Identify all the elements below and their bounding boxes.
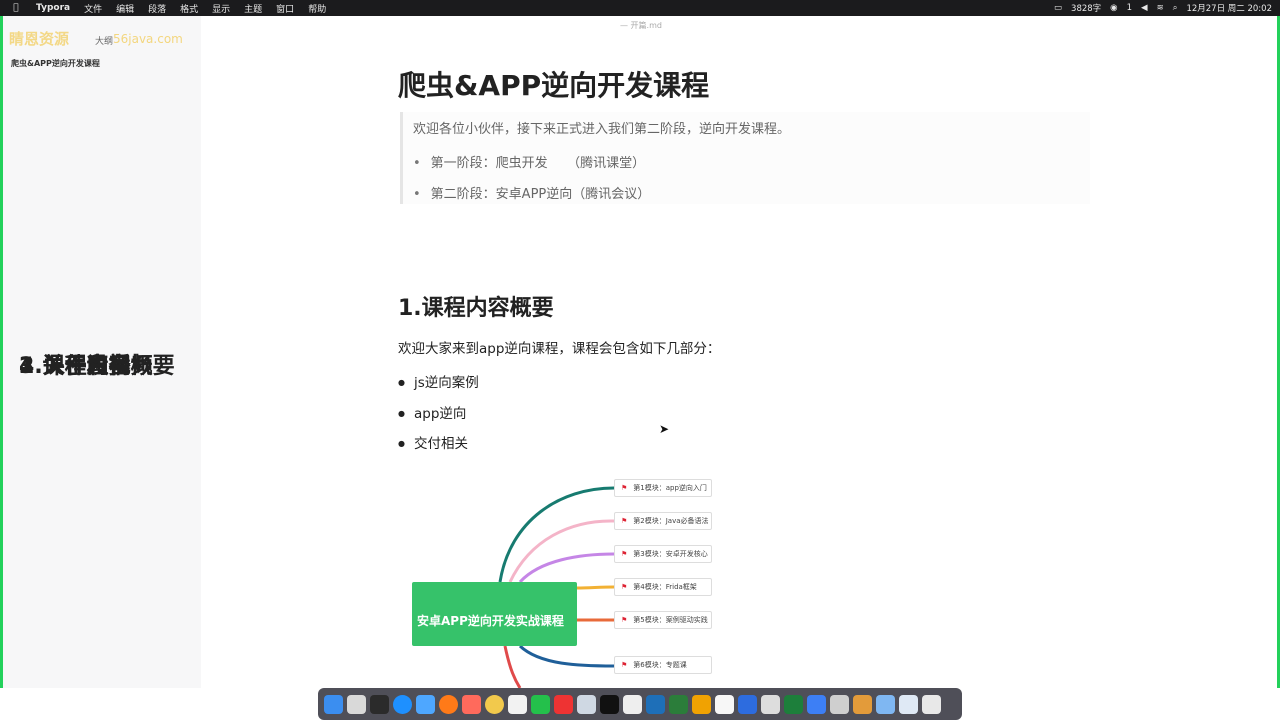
git-icon[interactable] (462, 694, 481, 714)
list-item: 交付相关 (398, 432, 468, 452)
java-tool-icon[interactable] (692, 694, 711, 714)
launchpad-icon[interactable] (347, 694, 366, 714)
wechat-dock-icon[interactable] (531, 694, 550, 714)
outline-toc: 爬虫&APP逆向开发课程 1.课程内容概要 2.关于直播 3.课件和视频 4.关… (11, 58, 175, 379)
outline-sidebar: 睛恩资源 大纲 56java.com 爬虫&APP逆向开发课程 1.课程内容概要… (3, 16, 201, 688)
pycharm-icon[interactable] (669, 694, 688, 714)
toc-item-devices[interactable]: 4.关于设备 (19, 348, 131, 380)
menu-format[interactable]: 格式 (180, 2, 198, 15)
list-item: js逆向案例 (398, 371, 479, 391)
mindmap-node: ⚑ 第4模块：Frida框架 (614, 578, 712, 596)
quote-list-item: 第二阶段：安卓APP逆向（腾讯会议） (413, 183, 651, 202)
blockquote: 欢迎各位小伙伴，接下来正式进入我们第二阶段，逆向开发课程。 第一阶段：爬虫开发 … (400, 112, 1090, 204)
quote-text: 欢迎各位小伙伴，接下来正式进入我们第二阶段，逆向开发课程。 (413, 122, 791, 137)
terminal-icon[interactable] (600, 694, 619, 714)
mindmap-node-label: 第2模块：Java必备语法 (633, 517, 709, 525)
volume-icon[interactable]: ◀ (1141, 3, 1148, 13)
meeting-icon[interactable] (807, 694, 826, 714)
apple-menu-icon[interactable]:  (6, 3, 26, 13)
menu-edit[interactable]: 编辑 (116, 2, 134, 15)
netease-music-icon[interactable] (554, 694, 573, 714)
typora-icon[interactable] (715, 694, 734, 714)
mindmap-node: ⚑ 第6模块：专题课 (614, 656, 712, 674)
appstore-icon[interactable] (416, 694, 435, 714)
menu-window[interactable]: 窗口 (276, 2, 294, 15)
sidebar-outline-label[interactable]: 大纲 (95, 34, 113, 47)
mindmap-root-label: 安卓APP逆向开发实战课程 (417, 614, 564, 628)
mindmap-root: 安卓APP逆向开发实战课程 (412, 582, 577, 646)
finder-icon[interactable] (324, 694, 343, 714)
mission-control-icon[interactable] (370, 694, 389, 714)
search-icon[interactable]: ⌕ (1173, 3, 1178, 13)
trash-icon[interactable] (922, 694, 941, 714)
list-item: app逆向 (398, 402, 466, 422)
mindmap-node-label: 第5模块：案例驱动实践 (633, 616, 708, 624)
mindmap-node-label: 第6模块：专题课 (633, 661, 687, 669)
menu-view[interactable]: 显示 (212, 2, 230, 15)
wechat-icon[interactable]: ◉ (1110, 3, 1117, 13)
archive-icon[interactable] (853, 694, 872, 714)
editor-icon[interactable] (646, 694, 665, 714)
app-menu[interactable]: Typora (36, 3, 70, 13)
flag-icon: ⚑ (621, 517, 628, 525)
browser-icon[interactable] (761, 694, 780, 714)
flag-icon: ⚑ (621, 616, 628, 624)
datetime[interactable]: 12月27日 周二 20:02 (1186, 2, 1272, 14)
folder-icon[interactable] (876, 694, 895, 714)
section-heading: 1.课程内容概要 (398, 296, 554, 321)
mindmap-node: ⚑ 第3模块：安卓开发核心 (614, 545, 712, 563)
mouse-cursor-icon: ➤ (659, 422, 670, 436)
menu-theme[interactable]: 主题 (244, 2, 262, 15)
status-area: ▭ 3828字 ◉ 1 ◀ ≋ ⌕ 12月27日 周二 20:02 (1054, 0, 1272, 16)
excel-icon[interactable] (784, 694, 803, 714)
preview-icon[interactable] (577, 694, 596, 714)
menu-file[interactable]: 文件 (84, 2, 102, 15)
notes-icon[interactable] (623, 694, 642, 714)
calendar-icon[interactable] (508, 694, 527, 714)
mindmap-node-label: 第4模块：Frida框架 (633, 583, 697, 591)
settings-icon[interactable] (830, 694, 849, 714)
chrome-icon[interactable] (485, 694, 504, 714)
wechat-count: 1 (1126, 3, 1133, 13)
flag-icon: ⚑ (621, 484, 628, 492)
document-filename: — 开篇.md (620, 21, 662, 30)
menu-paragraph[interactable]: 段落 (148, 2, 166, 15)
watermark-logo: 睛恩资源 (9, 30, 70, 48)
dock (318, 688, 962, 720)
watermark-site: 56java.com (113, 32, 183, 46)
quote-list-item: 第一阶段：爬虫开发 （腾讯课堂） (413, 152, 646, 171)
word-count[interactable]: 3828字 (1071, 2, 1101, 14)
mindmap-node-label: 第3模块：安卓开发核心 (633, 550, 708, 558)
flag-icon: ⚑ (621, 661, 628, 669)
menu-help[interactable]: 帮助 (308, 2, 326, 15)
flag-icon: ⚑ (621, 550, 628, 558)
mindmap-image: 安卓APP逆向开发实战课程 ⚑ 第1模块：app逆向入门 ⚑ 第2模块：Java必备… (410, 470, 740, 688)
section-intro: 欢迎大家来到app逆向课程，课程会包含如下几部分： (398, 341, 721, 357)
toc-item-title[interactable]: 爬虫&APP逆向开发课程 (11, 58, 100, 69)
mindmap-node: ⚑ 第5模块：案例驱动实践 (614, 611, 712, 629)
doc-title: 爬虫&APP逆向开发课程 (398, 69, 710, 102)
wifi-icon[interactable]: ≋ (1157, 3, 1164, 13)
flag-icon: ⚑ (621, 583, 628, 591)
mindmap-node-label: 第1模块：app逆向入门 (633, 484, 707, 492)
menu-bar:  Typora 文件 编辑 段落 格式 显示 主题 窗口 帮助 ▭ 3828字… (0, 0, 1280, 16)
safari-icon[interactable] (393, 694, 412, 714)
mindmap-node: ⚑ 第1模块：app逆向入门 (614, 479, 712, 497)
mindmap-node: ⚑ 第2模块：Java必备语法 (614, 512, 712, 530)
screen-icon[interactable]: ▭ (1054, 3, 1062, 13)
firefox-icon[interactable] (439, 694, 458, 714)
xmind-icon[interactable] (738, 694, 757, 714)
documents-icon[interactable] (899, 694, 918, 714)
